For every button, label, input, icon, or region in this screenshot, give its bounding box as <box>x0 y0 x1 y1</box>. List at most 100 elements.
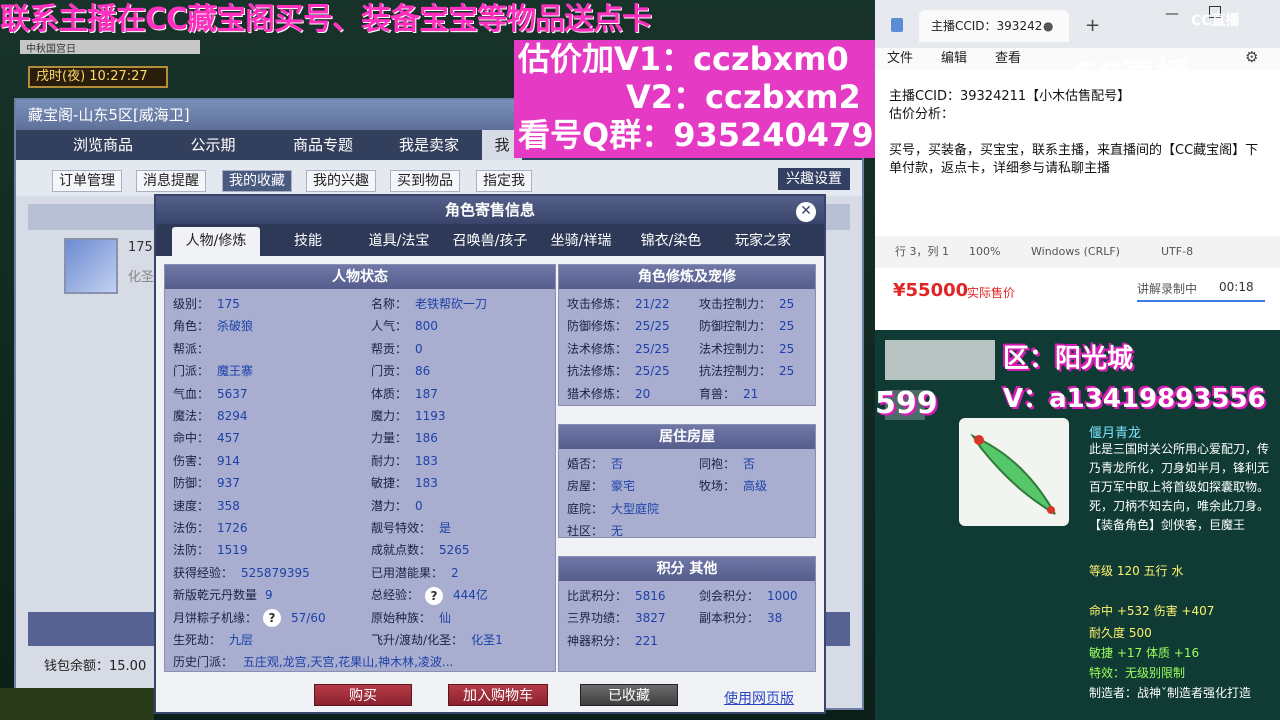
cultivation-row-a-value: 25/25 <box>635 341 670 356</box>
tab-costumes[interactable]: 锦衣/染色 <box>626 227 716 256</box>
history-label: 历史门派： <box>173 655 234 669</box>
status-mid-row-value: 0 <box>415 341 423 356</box>
game-window: 中秋国宫日 戌时(夜) 10:27:27 藏宝阁-山东5区[威海卫] 浏览商品 … <box>0 0 875 720</box>
status-left-row-label: 获得经验： <box>173 565 234 580</box>
house-row-b-value: 高级 <box>743 479 768 494</box>
subnav-bought[interactable]: 买到物品 <box>390 170 460 192</box>
new-tab-icon[interactable]: + <box>1085 10 1100 42</box>
status-left-row-value: 937 <box>217 476 240 491</box>
status-left-row-label: 门派： <box>173 364 210 379</box>
status-left-row-value: 525879395 <box>241 565 310 580</box>
help-icon[interactable]: ? <box>425 586 444 605</box>
nav-browse[interactable]: 浏览商品 <box>48 130 158 160</box>
nav-seller[interactable]: 我是卖家 <box>374 130 484 160</box>
close-icon[interactable]: ✕ <box>796 202 816 222</box>
minimize-icon[interactable]: — <box>1165 6 1179 22</box>
cbg-subnav: 订单管理 消息提醒 我的收藏 我的兴趣 买到物品 指定我 兴趣设置 <box>16 160 862 196</box>
status-mid-row: 敏捷： 183 <box>371 474 438 491</box>
status-left-row: 法伤： 1726 <box>173 519 248 536</box>
note-line-2: 估价分析： <box>889 107 955 122</box>
cultivation-row-b-value: 25 <box>779 297 795 311</box>
status-left-row-value: 9 <box>265 588 273 603</box>
status-left-row: 生死劫： 九层 <box>173 631 253 648</box>
status-mid-row-value: 化圣1 <box>471 633 503 647</box>
status-left-row-label: 魔法： <box>173 409 210 423</box>
game-chat-bar[interactable] <box>0 688 154 720</box>
cultivation-row-a-value: 20 <box>635 386 651 401</box>
house-row-a-label: 庭院： <box>567 501 604 516</box>
status-mid-row-label: 已用潜能果： <box>371 565 444 580</box>
status-mid-row: 已用潜能果： 2 <box>371 564 459 581</box>
status-mid-row: 靓号特效： 是 <box>371 519 451 536</box>
price-value: ¥55000 <box>893 280 969 301</box>
status-mid-row-value: 186 <box>415 431 438 446</box>
cultivation-row-a: 猎术修炼： 20 <box>567 385 650 402</box>
status-left-row-value: 57/60 <box>291 610 326 625</box>
tab-pets[interactable]: 召唤兽/孩子 <box>444 227 536 256</box>
interest-settings-button[interactable]: 兴趣设置 <box>778 168 850 190</box>
subnav-orders[interactable]: 订单管理 <box>52 170 122 192</box>
status-mid-row-label: 力量： <box>371 431 408 446</box>
tab-character[interactable]: 人物/修炼 <box>172 227 260 256</box>
cc-logo-small: CC直播 <box>1191 13 1240 29</box>
web-version-link[interactable]: 使用网页版 <box>724 688 794 708</box>
tab-close-icon[interactable]: ● <box>1043 10 1053 42</box>
browser-tab[interactable]: 中秋国宫日 <box>20 40 200 55</box>
tab-mounts[interactable]: 坐骑/祥瑞 <box>536 227 626 256</box>
subnav-interests[interactable]: 我的兴趣 <box>306 170 376 192</box>
item-equip-role: 【装备角色】剑侠客，巨魔王 <box>1089 518 1246 532</box>
house-row-a-value: 大型庭院 <box>611 501 660 516</box>
price-strip: ¥55000 实际售价 讲解录制中 00:18 <box>875 268 1280 330</box>
cultivation-row-a: 防御修炼： 25/25 <box>567 317 670 334</box>
big-number-overlay: 599 <box>875 386 938 421</box>
status-left-row-value: 1519 <box>217 543 248 558</box>
status-left-row-value: 1726 <box>217 521 248 535</box>
item-maker: 制造者：战神ˇ制造者强化打造 <box>1089 686 1252 700</box>
score-row-b: 剑会积分： 1000 <box>699 587 798 604</box>
subnav-messages[interactable]: 消息提醒 <box>136 170 206 192</box>
status-encoding: UTF-8 <box>1161 245 1194 258</box>
add-to-cart-button[interactable]: 加入购物车 <box>448 684 548 706</box>
score-row-a-value: 3827 <box>635 611 666 626</box>
promo-line-v2: V2：cczbxm2 <box>626 78 861 116</box>
status-cursor: 行 3，列 1 <box>895 245 949 258</box>
status-left-row-value: 九层 <box>229 633 254 647</box>
status-left-row-label: 气血： <box>173 386 210 401</box>
house-row-a-value: 豪宅 <box>611 479 636 494</box>
score-row-a-label: 神器积分： <box>567 633 628 648</box>
menu-view[interactable]: 查看 <box>995 48 1021 70</box>
tab-items[interactable]: 道具/法宝 <box>354 227 444 256</box>
buy-button[interactable]: 购买 <box>314 684 412 706</box>
menu-file[interactable]: 文件 <box>887 48 913 70</box>
tab-skills[interactable]: 技能 <box>264 227 352 256</box>
status-left-row-value: 914 <box>217 453 240 468</box>
favorited-button[interactable]: 已收藏 <box>580 684 678 706</box>
status-mid-row: 帮贡： 0 <box>371 340 423 357</box>
nav-topics[interactable]: 商品专题 <box>268 130 378 160</box>
help-icon[interactable]: ? <box>263 609 282 628</box>
settings-gear-icon[interactable]: ⚙ <box>1245 48 1258 66</box>
cultivation-row-b: 防御控制力： 25 <box>699 317 794 334</box>
cultivation-row-a-label: 攻击修炼： <box>567 297 628 311</box>
house-row-a: 庭院： 大型庭院 <box>567 500 659 517</box>
status-mid-row-value: 1193 <box>415 409 446 423</box>
nav-publicity[interactable]: 公示期 <box>158 130 268 160</box>
cultivation-row-a-label: 抗法修炼： <box>567 364 628 379</box>
status-mid-row-label: 靓号特效： <box>371 521 432 535</box>
status-left-row: 魔法： 8294 <box>173 407 248 424</box>
cultivation-row-b-label: 防御控制力： <box>699 319 772 334</box>
house-row-a-value: 否 <box>611 457 624 471</box>
status-mid-row: 潜力： 0 <box>371 497 423 514</box>
status-left-row-label: 速度： <box>173 498 210 513</box>
subnav-favorites[interactable]: 我的收藏 <box>222 170 292 192</box>
cultivation-row-b-value: 21 <box>743 386 759 401</box>
house-panel-head: 居住房屋 <box>559 425 815 449</box>
status-mid-row-label: 总经验： <box>371 588 420 603</box>
subnav-designated[interactable]: 指定我 <box>476 170 532 192</box>
tab-home[interactable]: 玩家之家 <box>718 227 808 256</box>
status-mid-row-value: 800 <box>415 319 438 334</box>
avatar[interactable] <box>64 238 118 294</box>
promo-line-v1: 估价加V1：cczbxm0 <box>518 40 849 78</box>
menu-edit[interactable]: 编辑 <box>941 48 967 70</box>
history-row: 历史门派： 五庄观,龙宫,天宫,花果山,神木林,凌波... <box>173 653 453 670</box>
